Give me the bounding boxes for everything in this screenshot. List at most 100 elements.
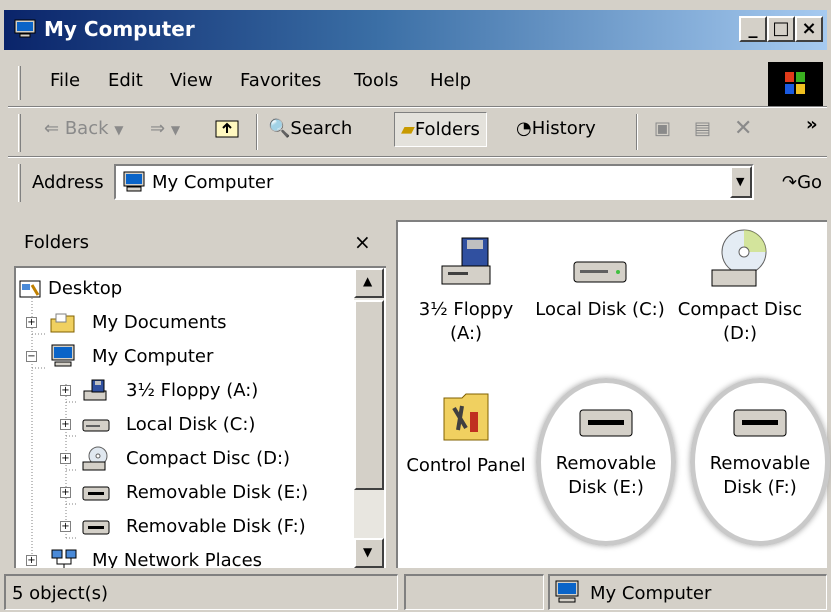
up-folder-button[interactable] [214,116,240,145]
floppy-icon [83,379,107,401]
removable-disk-icon [82,486,110,501]
drive-compact-disc-d[interactable]: Compact Disc (D:) [670,226,810,346]
menu-tools[interactable]: Tools [354,70,398,91]
history-button[interactable]: ◔History [516,118,596,139]
history-icon: ◔ [516,118,532,139]
toolbar-overflow-button[interactable]: » [806,114,818,135]
explorer-window: My Computer _ □ × File Edit View Favorit… [0,0,831,612]
item-label-2: Disk (E:) [568,477,644,498]
scroll-down-button[interactable]: ▼ [354,538,384,568]
status-objects: 5 object(s) [12,583,109,604]
copy-to-button[interactable]: ▤ [694,118,711,139]
menu-help[interactable]: Help [430,70,471,91]
status-bar: 5 object(s) My Computer [0,572,831,612]
expand-plus-icon[interactable]: + [60,487,71,498]
minimize-button[interactable]: _ [739,16,767,42]
desktop-icon [19,280,41,298]
network-icon [51,549,77,568]
expand-plus-icon[interactable]: + [60,453,71,464]
removable-disk-icon [579,409,633,437]
control-panel-item[interactable]: Control Panel [396,388,536,478]
tree-scrollbar[interactable]: ▲ ▼ [354,268,384,568]
folders-button[interactable]: ▰Folders [394,112,487,147]
scroll-thumb[interactable] [354,300,384,490]
standard-toolbar: ⇐ Back ▼ ⇒ ▼ 🔍Search ▰Folders ◔History ▣ [14,110,827,156]
item-label: Removable [709,453,811,474]
menu-separator [8,106,827,108]
menu-view[interactable]: View [170,70,213,91]
chevron-down-icon: ▼ [114,123,124,137]
cd-icon [82,446,108,471]
copy-to-icon: ▤ [694,118,712,139]
expand-plus-icon[interactable]: + [60,385,71,396]
folders-title: Folders [24,232,90,253]
move-to-button[interactable]: ▣ [654,118,671,139]
folders-icon: ▰ [401,119,415,140]
forward-button[interactable]: ⇒ ▼ [150,118,180,139]
computer-icon [123,171,145,192]
item-label-2: (A:) [449,323,483,344]
arrow-down-icon: ▼ [363,545,373,559]
back-arrow-icon: ⇐ [44,118,60,139]
address-bar: Address My Computer ▼ ↷Go [14,160,827,206]
go-button[interactable]: ↷Go [782,172,822,193]
floppy-drive-icon [441,237,491,285]
close-pane-button[interactable]: × [354,230,371,254]
drive-removable-f[interactable]: Removable Disk (F:) [690,402,830,500]
delete-button[interactable]: ✕ [734,116,752,141]
expand-plus-icon[interactable]: + [60,521,71,532]
arrow-up-icon: ▲ [363,274,373,288]
my-computer-icon [14,19,36,38]
address-dropdown-button[interactable]: ▼ [730,166,752,198]
folders-header: Folders × [14,220,386,264]
address-field[interactable]: My Computer ▼ [114,164,754,200]
status-objects-cell: 5 object(s) [4,574,398,610]
cd-drive-icon [711,229,767,287]
expand-plus-icon[interactable]: + [60,419,71,430]
item-label: Removable [555,453,657,474]
up-folder-icon [215,120,239,138]
computer-icon [555,580,579,603]
folder-tree[interactable]: Desktop + My Documents − My Computer + 3… [14,266,386,568]
back-button[interactable]: ⇐ Back ▼ [44,118,124,139]
expand-plus-icon[interactable]: + [26,317,37,328]
drive-removable-e[interactable]: Removable Disk (E:) [536,402,676,500]
search-button[interactable]: 🔍Search [268,118,352,139]
drive-local-disk-c[interactable]: Local Disk (C:) [530,232,670,322]
folder-icon [50,313,75,333]
status-blank-cell [404,574,544,610]
menu-bar: File Edit View Favorites Tools Help [14,62,774,104]
scroll-up-button[interactable]: ▲ [354,268,384,298]
delete-x-icon: ✕ [734,116,753,141]
toolbar-separator-line [8,156,827,158]
toolbar-separator [256,114,258,150]
windows-logo [768,62,823,106]
status-zone: My Computer [590,583,712,604]
move-to-icon: ▣ [654,118,672,139]
removable-disk-icon [733,409,787,437]
status-zone-cell: My Computer [548,574,827,610]
removable-disk-icon [82,520,110,535]
item-label: 3½ Floppy [418,299,514,320]
hard-disk-icon [573,261,627,283]
maximize-button[interactable]: □ [767,16,795,42]
title-bar[interactable]: My Computer _ □ × [4,10,827,50]
close-button[interactable]: × [795,16,823,42]
menu-file[interactable]: File [50,70,80,91]
drive-floppy-a[interactable]: 3½ Floppy (A:) [396,232,536,346]
forward-arrow-icon: ⇒ [150,118,166,139]
collapse-minus-icon[interactable]: − [26,351,37,362]
go-arrow-icon: ↷ [782,172,798,193]
hard-disk-icon [82,419,110,432]
address-label: Address [32,172,104,193]
menu-edit[interactable]: Edit [108,70,143,91]
expand-plus-icon[interactable]: + [26,555,37,566]
item-label: Local Disk (C:) [535,299,665,320]
window-title: My Computer [44,17,195,41]
folders-pane: Folders × Desktop + My Documents − My Co… [14,220,386,568]
item-label: Compact Disc [677,299,803,320]
content-pane: 3½ Floppy (A:) Local Disk (C:) Compact D… [396,220,830,568]
computer-icon [51,344,75,367]
menu-favorites[interactable]: Favorites [240,70,321,91]
item-label: Control Panel [406,455,526,476]
